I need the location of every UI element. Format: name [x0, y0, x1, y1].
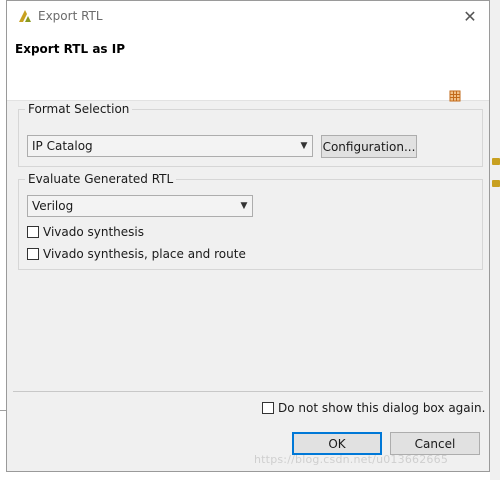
- background-marker-icon: [492, 180, 500, 187]
- format-selection-label: Format Selection: [25, 102, 133, 116]
- vivado-synthesis-pnr-label: Vivado synthesis, place and route: [43, 247, 246, 261]
- evaluate-rtl-label: Evaluate Generated RTL: [25, 172, 177, 186]
- evaluate-rtl-group: Evaluate Generated RTL Verilog ▼ Vivado …: [18, 172, 483, 270]
- format-dropdown[interactable]: IP Catalog ▼: [27, 135, 313, 157]
- cancel-button-label: Cancel: [414, 436, 456, 451]
- configuration-button-label: Configuration...: [322, 139, 416, 154]
- vivado-synthesis-checkbox[interactable]: [27, 226, 39, 238]
- format-dropdown-value: IP Catalog: [32, 139, 93, 153]
- dialog-heading: Export RTL as IP: [15, 42, 125, 56]
- dont-show-again-checkbox[interactable]: [262, 402, 274, 414]
- vivado-synthesis-pnr-option[interactable]: Vivado synthesis, place and route: [27, 247, 246, 261]
- dialog-header: Export RTL as IP: [7, 32, 489, 102]
- dont-show-again-option[interactable]: Do not show this dialog box again.: [262, 401, 485, 415]
- chevron-down-icon: ▼: [300, 141, 308, 151]
- language-dropdown-value: Verilog: [32, 199, 74, 213]
- vivado-synthesis-label: Vivado synthesis: [43, 225, 144, 239]
- ip-grid-icon: [449, 90, 461, 102]
- close-button[interactable]: ✕: [451, 1, 489, 32]
- window-title: Export RTL: [38, 9, 103, 23]
- close-icon: ✕: [463, 7, 477, 26]
- cancel-button[interactable]: Cancel: [390, 432, 480, 455]
- vivado-synthesis-option[interactable]: Vivado synthesis: [27, 225, 144, 239]
- vivado-synthesis-pnr-checkbox[interactable]: [27, 248, 39, 260]
- chevron-down-icon: ▼: [240, 201, 248, 211]
- vivado-hls-logo-icon: [19, 10, 31, 22]
- configuration-button[interactable]: Configuration...: [321, 135, 417, 158]
- background-app-edge: [490, 0, 500, 480]
- dont-show-again-label: Do not show this dialog box again.: [278, 401, 486, 415]
- watermark-text: https://blog.csdn.net/u013662665: [254, 453, 449, 466]
- background-marker-icon: [492, 158, 500, 165]
- format-selection-group: Format Selection IP Catalog ▼ Configurat…: [18, 102, 483, 167]
- export-rtl-dialog: Export RTL ✕ Export RTL as IP Format Sel…: [6, 0, 490, 472]
- language-dropdown[interactable]: Verilog ▼: [27, 195, 253, 217]
- footer-separator: [13, 391, 483, 392]
- ok-button[interactable]: OK: [292, 432, 382, 455]
- title-bar: Export RTL ✕: [7, 1, 489, 32]
- ok-button-label: OK: [328, 436, 346, 451]
